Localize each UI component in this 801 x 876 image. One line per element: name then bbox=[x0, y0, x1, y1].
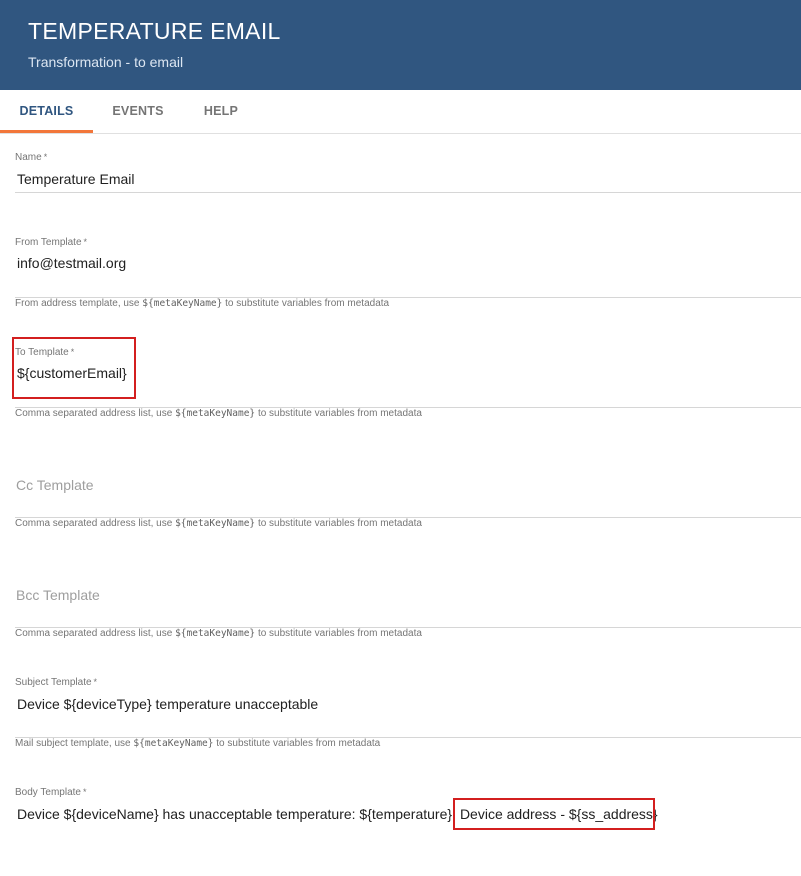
subject-template-field[interactable]: Subject Template * Device ${deviceType} t… bbox=[15, 677, 801, 739]
bcc-template-input[interactable]: Bcc Template bbox=[16, 587, 100, 603]
bcc-template-hint: Comma separated address list, use ${meta… bbox=[15, 628, 422, 639]
tab-help[interactable]: HELP bbox=[183, 90, 259, 133]
tab-details[interactable]: DETAILS bbox=[0, 90, 93, 133]
body-template-text: Device ${deviceName} has unacceptable te… bbox=[17, 806, 456, 822]
tab-events[interactable]: EVENTS bbox=[93, 90, 183, 133]
tab-bar: DETAILS EVENTS HELP bbox=[0, 90, 801, 134]
name-input[interactable]: Temperature Email bbox=[17, 171, 135, 187]
name-field[interactable]: Name * Temperature Email bbox=[15, 152, 801, 194]
subject-template-input[interactable]: Device ${deviceType} temperature unaccep… bbox=[17, 696, 318, 712]
hint-code: ${metaKeyName} bbox=[175, 628, 256, 639]
bcc-template-field[interactable]: Bcc Template bbox=[15, 567, 801, 629]
subject-template-hint: Mail subject template, use ${metaKeyName… bbox=[15, 738, 381, 749]
subject-template-label: Subject Template * bbox=[15, 677, 98, 688]
from-template-label: From Template * bbox=[15, 237, 88, 248]
from-template-hint: From address template, use ${metaKeyName… bbox=[15, 298, 390, 309]
to-template-field[interactable]: To Template * ${customerEmail} bbox=[15, 347, 801, 409]
active-tab-indicator bbox=[0, 130, 93, 133]
hint-code: ${metaKeyName} bbox=[175, 408, 256, 419]
hint-code: ${metaKeyName} bbox=[175, 518, 256, 529]
body-template-label: Body Template * bbox=[15, 787, 87, 798]
cc-template-input[interactable]: Cc Template bbox=[16, 477, 94, 493]
hint-code: ${metaKeyName} bbox=[133, 738, 214, 749]
header-bar: TEMPERATURE EMAIL Transformation - to em… bbox=[0, 0, 801, 90]
to-template-label: To Template * bbox=[15, 347, 75, 358]
body-template-field[interactable]: Body Template * Device ${deviceName} has … bbox=[15, 787, 801, 847]
to-template-input[interactable]: ${customerEmail} bbox=[17, 365, 127, 381]
page-subtitle: Transformation - to email bbox=[28, 54, 184, 70]
name-label: Name * bbox=[15, 152, 48, 163]
cc-template-hint: Comma separated address list, use ${meta… bbox=[15, 518, 422, 529]
cc-template-field[interactable]: Cc Template bbox=[15, 457, 801, 519]
page-title: TEMPERATURE EMAIL bbox=[28, 18, 281, 44]
hint-code: ${metaKeyName} bbox=[142, 298, 223, 309]
to-template-hint: Comma separated address list, use ${meta… bbox=[15, 408, 422, 419]
from-template-field[interactable]: From Template * info@testmail.org bbox=[15, 237, 801, 299]
body-template-input[interactable]: Device ${deviceName} has unacceptable te… bbox=[17, 806, 658, 822]
body-template-address-text: Device address - ${ss_address} bbox=[459, 806, 658, 822]
from-template-input[interactable]: info@testmail.org bbox=[17, 255, 126, 271]
name-underline bbox=[15, 192, 801, 193]
